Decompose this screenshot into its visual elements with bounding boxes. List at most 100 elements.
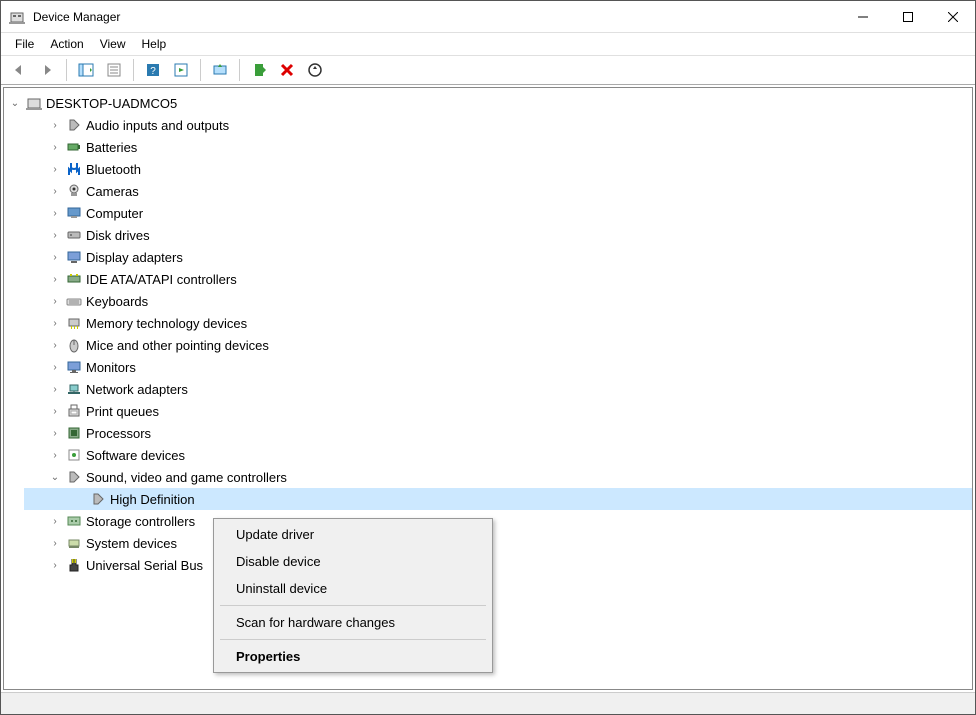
expand-icon[interactable]: › <box>48 294 62 308</box>
tree-category[interactable]: › Network adapters <box>24 378 972 400</box>
forward-button[interactable] <box>35 58 59 82</box>
context-menu-separator <box>220 639 486 640</box>
tree-category-label: Keyboards <box>86 294 148 309</box>
toolbar: ? <box>1 55 975 85</box>
no-expand-icon <box>72 492 86 506</box>
tree-category-label: Mice and other pointing devices <box>86 338 269 353</box>
tree-category-label: Disk drives <box>86 228 150 243</box>
tree-category-label: Network adapters <box>86 382 188 397</box>
expand-icon[interactable]: › <box>48 184 62 198</box>
expand-icon[interactable]: › <box>48 162 62 176</box>
tree-category[interactable]: › Cameras <box>24 180 972 202</box>
toolbar-properties[interactable] <box>102 58 126 82</box>
tree-category[interactable]: › IDE ATA/ATAPI controllers <box>24 268 972 290</box>
tree-category[interactable]: › Keyboards <box>24 290 972 312</box>
expand-icon[interactable]: › <box>48 536 62 550</box>
expand-icon[interactable]: › <box>48 360 62 374</box>
menu-file[interactable]: File <box>7 35 42 53</box>
category-icon <box>66 227 82 243</box>
category-icon <box>66 249 82 265</box>
tree-category[interactable]: › Mice and other pointing devices <box>24 334 972 356</box>
device-icon <box>90 491 106 507</box>
category-icon <box>66 425 82 441</box>
toolbar-help[interactable]: ? <box>141 58 165 82</box>
collapse-icon[interactable]: ⌄ <box>48 470 62 484</box>
tree-category[interactable]: › Batteries <box>24 136 972 158</box>
toolbar-separator <box>200 59 201 81</box>
toolbar-uninstall[interactable] <box>275 58 299 82</box>
toolbar-update-driver[interactable] <box>208 58 232 82</box>
tree-category-label: Sound, video and game controllers <box>86 470 287 485</box>
tree-category[interactable]: ⌄ Sound, video and game controllers <box>24 466 972 488</box>
tree-category[interactable]: › Computer <box>24 202 972 224</box>
tree-category[interactable]: › Processors <box>24 422 972 444</box>
tree-category[interactable]: › Audio inputs and outputs <box>24 114 972 136</box>
category-icon <box>66 139 82 155</box>
expand-icon[interactable]: › <box>48 206 62 220</box>
tree-root-node[interactable]: ⌄ DESKTOP-UADMCO5 <box>4 92 972 114</box>
expand-icon[interactable]: › <box>48 404 62 418</box>
expand-icon[interactable]: › <box>48 426 62 440</box>
expand-icon[interactable]: › <box>48 514 62 528</box>
expand-icon[interactable]: › <box>48 382 62 396</box>
tree-category[interactable]: › Bluetooth <box>24 158 972 180</box>
expand-icon[interactable]: › <box>48 558 62 572</box>
toolbar-separator <box>133 59 134 81</box>
menu-view[interactable]: View <box>92 35 134 53</box>
tree-device[interactable]: High Definition <box>24 488 972 510</box>
category-icon <box>66 337 82 353</box>
context-menu-item[interactable]: Properties <box>216 643 490 670</box>
category-icon <box>66 117 82 133</box>
category-icon <box>66 271 82 287</box>
category-icon <box>66 205 82 221</box>
context-menu-item[interactable]: Scan for hardware changes <box>216 609 490 636</box>
window-title: Device Manager <box>33 10 840 24</box>
menu-action[interactable]: Action <box>42 35 91 53</box>
tree-category-label: Cameras <box>86 184 139 199</box>
menu-help[interactable]: Help <box>134 35 175 53</box>
expand-icon[interactable]: › <box>48 250 62 264</box>
context-menu-item[interactable]: Disable device <box>216 548 490 575</box>
context-menu-item[interactable]: Update driver <box>216 521 490 548</box>
toolbar-action-center[interactable] <box>169 58 193 82</box>
toolbar-enable[interactable] <box>247 58 271 82</box>
tree-category-label: Audio inputs and outputs <box>86 118 229 133</box>
computer-icon <box>26 95 42 111</box>
back-button[interactable] <box>7 58 31 82</box>
tree-category[interactable]: › Disk drives <box>24 224 972 246</box>
expand-icon[interactable]: › <box>48 140 62 154</box>
context-menu-item[interactable]: Uninstall device <box>216 575 490 602</box>
expand-icon[interactable]: › <box>48 118 62 132</box>
toolbar-scan-hardware[interactable] <box>303 58 327 82</box>
expand-icon[interactable]: › <box>48 448 62 462</box>
category-icon <box>66 557 82 573</box>
tree-root-label: DESKTOP-UADMCO5 <box>46 96 177 111</box>
expand-icon[interactable]: › <box>48 272 62 286</box>
category-icon <box>66 315 82 331</box>
tree-category[interactable]: › Print queues <box>24 400 972 422</box>
tree-category[interactable]: › Storage controllers <box>24 510 972 532</box>
category-icon <box>66 513 82 529</box>
tree-category[interactable]: › Display adapters <box>24 246 972 268</box>
expand-icon[interactable]: › <box>48 228 62 242</box>
tree-category[interactable]: › Memory technology devices <box>24 312 972 334</box>
category-icon <box>66 403 82 419</box>
tree-category[interactable]: › Software devices <box>24 444 972 466</box>
collapse-icon[interactable]: ⌄ <box>8 96 22 110</box>
tree-category-label: Display adapters <box>86 250 183 265</box>
tree-category[interactable]: › System devices <box>24 532 972 554</box>
titlebar: Device Manager <box>1 1 975 33</box>
tree-category[interactable]: › Universal Serial Bus <box>24 554 972 576</box>
toolbar-separator <box>239 59 240 81</box>
statusbar <box>1 692 975 714</box>
category-icon <box>66 293 82 309</box>
tree-category-label: Universal Serial Bus <box>86 558 203 573</box>
category-icon <box>66 447 82 463</box>
minimize-button[interactable] <box>840 2 885 32</box>
tree-category[interactable]: › Monitors <box>24 356 972 378</box>
maximize-button[interactable] <box>885 2 930 32</box>
toolbar-show-hide-tree[interactable] <box>74 58 98 82</box>
expand-icon[interactable]: › <box>48 338 62 352</box>
expand-icon[interactable]: › <box>48 316 62 330</box>
close-button[interactable] <box>930 2 975 32</box>
